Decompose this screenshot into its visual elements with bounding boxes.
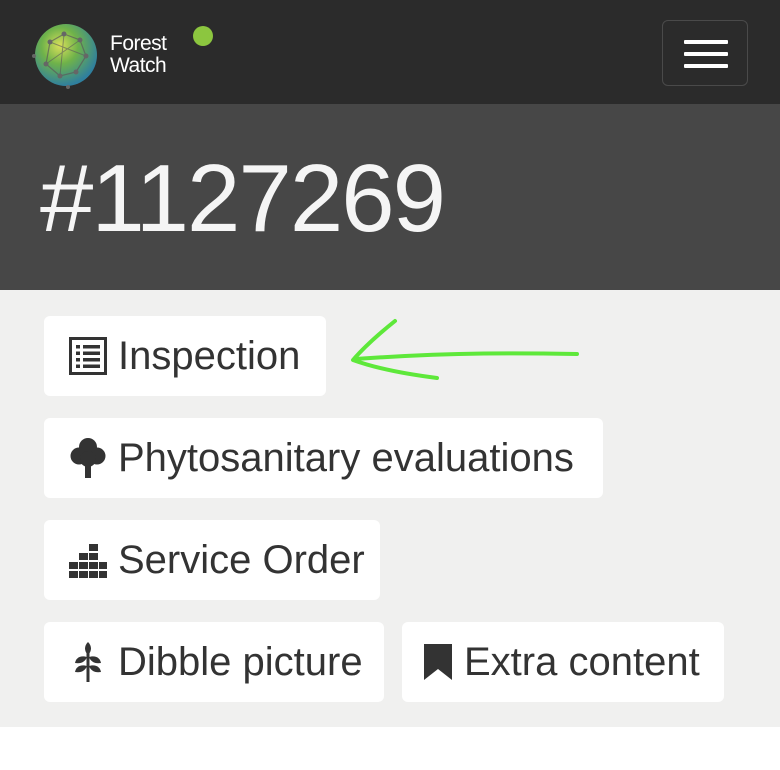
phytosanitary-evaluations-label: Phytosanitary evaluations bbox=[118, 435, 574, 480]
dibble-picture-label: Dibble picture bbox=[118, 639, 363, 684]
phytosanitary-evaluations-button[interactable]: Phytosanitary evaluations bbox=[44, 418, 603, 498]
globe-icon bbox=[32, 24, 97, 89]
extra-content-button[interactable]: Extra content bbox=[402, 622, 724, 702]
list-icon bbox=[68, 334, 108, 378]
record-banner: #1127269 bbox=[0, 104, 780, 290]
arrow-annotation-icon bbox=[351, 319, 579, 380]
status-indicator bbox=[193, 26, 213, 46]
inspection-label: Inspection bbox=[118, 333, 301, 378]
menu-button[interactable] bbox=[662, 20, 748, 86]
bookmark-icon bbox=[422, 640, 454, 684]
tree-icon bbox=[68, 436, 108, 480]
logo-line-2: Watch bbox=[110, 54, 167, 77]
inspection-button[interactable]: Inspection bbox=[44, 316, 326, 396]
service-order-button[interactable]: Service Order bbox=[44, 520, 380, 600]
forest-watch-logo[interactable]: Forest Watch bbox=[30, 20, 210, 90]
record-id-title: #1127269 bbox=[40, 145, 446, 252]
logo-line-1: Forest bbox=[110, 32, 167, 55]
stacked-blocks-icon bbox=[68, 538, 108, 582]
logo-text: Forest Watch bbox=[110, 33, 167, 77]
top-navbar: Forest Watch bbox=[0, 0, 780, 104]
sprout-icon bbox=[68, 640, 108, 684]
service-order-label: Service Order bbox=[118, 537, 365, 582]
dibble-picture-button[interactable]: Dibble picture bbox=[44, 622, 384, 702]
extra-content-label: Extra content bbox=[464, 639, 700, 684]
